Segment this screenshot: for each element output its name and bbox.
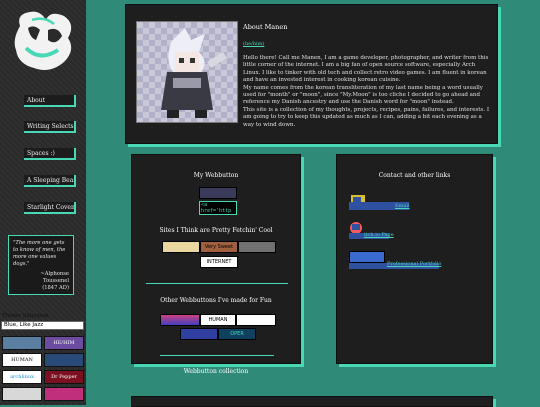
portfolio-link[interactable]: Professional Portfolio xyxy=(387,261,441,267)
fun-buttons-title: Other Webbuttons I've made for Fun xyxy=(160,297,272,304)
webbutton-code: <a href='http xyxy=(199,201,237,215)
bottom-panel xyxy=(131,396,493,407)
quote-years: (1847 AD) xyxy=(42,285,69,291)
fun-button-oper[interactable]: OPER xyxy=(218,328,256,340)
contact-title: Contact and other links xyxy=(378,172,451,179)
cool-button-3[interactable] xyxy=(238,241,276,253)
webbutton-panel: My Webbutton <a href='http Sites I Think… xyxy=(131,154,301,364)
fun-button-3[interactable] xyxy=(236,314,276,326)
nav-spaces[interactable]: Spaces :) xyxy=(24,148,76,160)
nav-starlight-covenant[interactable]: Starlight Covenant xyxy=(24,202,76,214)
quote-author: ~Alphonse Toussenel xyxy=(40,271,69,284)
pronouns-link[interactable]: (he/him) xyxy=(243,41,264,47)
divider-1 xyxy=(146,283,288,284)
webbutton-collection-title: Webbutton collection xyxy=(183,368,249,375)
divider-2 xyxy=(160,355,274,356)
nav-writing-selects[interactable]: Writing Selects xyxy=(24,121,76,133)
side-button-hehim[interactable]: HE/HIM xyxy=(44,336,84,350)
theme-select[interactable]: Blue, Like Jazz xyxy=(1,321,84,330)
nav-sleeping-bear[interactable]: A Sleeping Bear xyxy=(24,175,76,187)
side-button-8[interactable] xyxy=(44,387,84,401)
fun-button-human-made[interactable]: HUMAN MADE xyxy=(200,314,236,326)
side-button-1[interactable] xyxy=(2,336,42,350)
theme-label: Theme Selection xyxy=(2,313,49,319)
quote-box: "The more one gets to know of men, the m… xyxy=(8,235,74,295)
side-button-7[interactable] xyxy=(2,387,42,401)
internet-archive-button[interactable]: INTERNET ARCHIVE xyxy=(200,256,238,268)
nav-about[interactable]: About xyxy=(24,95,76,107)
cool-button-2[interactable]: Very Sweet xyxy=(200,241,238,253)
email-link[interactable]: Email xyxy=(395,203,410,209)
side-button-4[interactable] xyxy=(44,353,84,367)
fun-button-4[interactable] xyxy=(180,328,218,340)
my-webbutton-title: My Webbutton xyxy=(193,172,239,179)
my-webbutton[interactable] xyxy=(199,187,237,199)
portfolio-window-icon xyxy=(349,251,385,263)
about-panel: About Manen (he/him) Hello there! Call m… xyxy=(125,4,498,144)
contact-panel: Contact and other links Email itch.io Pa… xyxy=(336,154,493,364)
fun-button-1[interactable] xyxy=(160,314,200,326)
itch-link[interactable]: itch.io Page xyxy=(364,232,394,238)
avatar-character-icon xyxy=(161,28,227,118)
avatar-image xyxy=(136,21,238,123)
side-button-archlinux[interactable]: archlinux xyxy=(2,370,42,384)
cool-button-1[interactable] xyxy=(162,241,200,253)
quote-text: "The more one gets to know of men, the m… xyxy=(13,240,66,267)
site-logo[interactable] xyxy=(6,6,78,78)
cool-sites-title: Sites I Think are Pretty Fetchin' Cool xyxy=(159,227,273,234)
about-text: Hello there! Call me Manen, I am a game … xyxy=(243,55,489,128)
side-button-drpepper[interactable]: Dr Pepper xyxy=(44,370,84,384)
side-button-human-made[interactable]: HUMAN MADE xyxy=(2,353,42,367)
about-title: About Manen xyxy=(243,23,288,31)
